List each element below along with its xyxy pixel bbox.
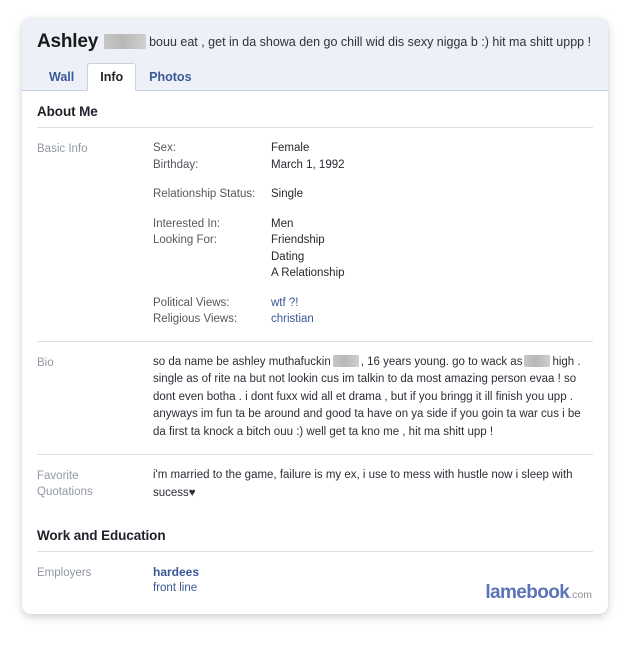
field-religious-views-label: Religious Views:	[153, 313, 238, 325]
row-label-basic-info: Basic Info	[37, 143, 88, 155]
field-interested-in: Interested In: Men	[153, 216, 593, 233]
row-label-favorite-quotations: Favorite Quotations	[37, 467, 153, 502]
profile-header: Ashley bouu eat , get in da showa den go …	[22, 18, 608, 91]
row-content-favorite-quotations: i'm married to the game, failure is my e…	[153, 467, 593, 502]
quotations-text: i'm married to the game, failure is my e…	[153, 467, 573, 502]
field-religious-views-value[interactable]: christian	[271, 311, 314, 328]
quotations-body: i'm married to the game, failure is my e…	[153, 469, 573, 499]
spacer-before-bio-divider	[37, 328, 593, 341]
spacer-key-2	[153, 265, 271, 282]
row-content-basic-info: Sex: Female Birthday: March 1, 1992 Rela…	[153, 140, 593, 328]
spacer-before-quotes-divider	[37, 441, 593, 454]
profile-name[interactable]: Ashley	[37, 31, 98, 52]
row-label-favorite-quotations-line2: Quotations	[37, 486, 93, 498]
field-political-views-label: Political Views:	[153, 296, 230, 309]
field-interested-in-value: Men	[271, 217, 294, 230]
field-relationship-status-value: Single	[271, 188, 303, 200]
tab-photos[interactable]: Photos	[136, 63, 204, 90]
redaction-block-bio-1	[332, 355, 359, 368]
field-relationship-status-label: Relationship Status:	[153, 188, 256, 200]
profile-tabs: Wall Info Photos	[36, 63, 205, 91]
tab-info[interactable]: Info	[87, 63, 137, 91]
row-label-favorite-quotations-line1: Favorite	[37, 470, 79, 482]
status-text: bouu eat , get in da showa den go chill …	[149, 35, 592, 49]
lamebook-watermark: lamebook.com	[485, 583, 592, 602]
profile-body: About Me Basic Info Sex: Female Birthday…	[22, 91, 608, 596]
field-looking-for-value-0: Friendship	[271, 234, 325, 246]
field-looking-for-value-1: Dating	[271, 250, 305, 263]
field-interested-in-label: Interested In:	[153, 217, 221, 230]
field-sex-value: Female	[271, 142, 310, 154]
watermark-name: lamebook	[485, 582, 570, 603]
field-birthday: Birthday: March 1, 1992	[153, 157, 593, 174]
row-content-bio: so da name be ashley muthafuckin , 16 yea…	[153, 354, 593, 442]
section-title-work-education: Work and Education	[37, 528, 166, 543]
field-looking-for: Looking For: Friendship	[153, 232, 593, 249]
field-looking-for-extra-1: Dating	[153, 249, 593, 266]
field-birthday-value: March 1, 1992	[271, 158, 345, 171]
heart-icon: ♥	[188, 486, 196, 499]
field-looking-for-value-2: A Relationship	[271, 267, 345, 279]
bio-text: so da name be ashley muthafuckin , 16 yea…	[153, 354, 583, 442]
redaction-block-bio-2	[524, 355, 551, 368]
basic-info-pairs: Sex: Female Birthday: March 1, 1992 Rela…	[153, 140, 593, 328]
spacer-key-1	[153, 249, 271, 266]
field-political-views-value[interactable]: wtf ?!	[271, 295, 298, 312]
spacer-before-work-section	[37, 502, 593, 515]
field-looking-for-label: Looking For:	[153, 234, 217, 246]
profile-card: Ashley bouu eat , get in da showa den go …	[22, 18, 608, 614]
field-birthday-label: Birthday:	[153, 158, 199, 171]
bio-part-1: so da name be ashley muthafuckin	[153, 355, 331, 368]
field-relationship-status: Relationship Status: Single	[153, 186, 593, 203]
employer-name-link[interactable]: hardees	[153, 564, 593, 580]
tab-wall[interactable]: Wall	[36, 63, 87, 90]
field-looking-for-extra-2: A Relationship	[153, 265, 593, 282]
screenshot-root: Ashley bouu eat , get in da showa den go …	[0, 0, 630, 651]
section-title-about-me: About Me	[37, 104, 98, 119]
row-basic-info: Basic Info Sex: Female Birthday: March 1…	[37, 128, 593, 328]
field-sex: Sex: Female	[153, 140, 593, 157]
status-line: Ashley bouu eat , get in da showa den go …	[37, 31, 608, 53]
field-sex-label: Sex:	[153, 142, 177, 154]
bio-part-2: , 16 years young. go to wack as	[360, 355, 523, 368]
watermark-tld: .com	[569, 589, 592, 601]
field-religious-views: Religious Views: christian	[153, 311, 593, 328]
field-political-views: Political Views: wtf ?!	[153, 295, 593, 312]
row-bio: Bio so da name be ashley muthafuckin , 16…	[37, 342, 593, 442]
redaction-block-name	[104, 33, 147, 49]
row-label-bio: Bio	[37, 356, 54, 369]
row-favorite-quotations: Favorite Quotations i'm married to the g…	[37, 455, 593, 502]
row-label-employers: Employers	[37, 567, 92, 579]
